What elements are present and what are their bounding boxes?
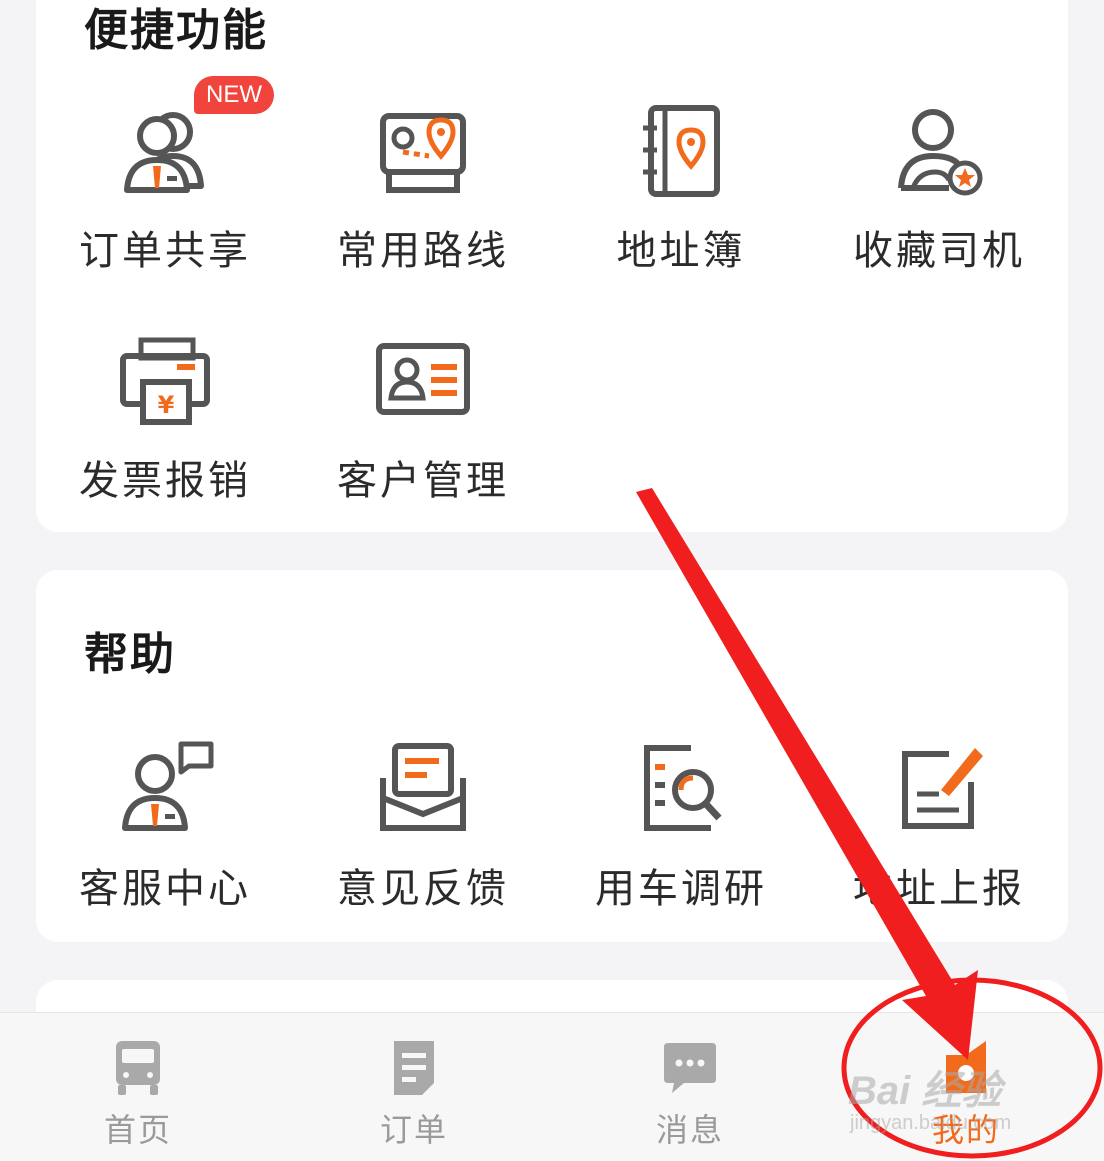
order-share-icon (115, 100, 215, 200)
tab-label: 消息 (655, 1111, 724, 1149)
tile-customer-service[interactable]: 客服中心 (36, 738, 294, 938)
tab-messages[interactable]: 消息 (552, 1013, 828, 1161)
svg-text:¥: ¥ (158, 391, 175, 419)
tile-label: 客服中心 (79, 866, 251, 912)
tile-label: 客户管理 (337, 458, 509, 504)
tab-mine[interactable]: 我的 (828, 1013, 1104, 1161)
tab-label: 我的 (931, 1111, 1000, 1149)
tile-label: 地址上报 (853, 866, 1025, 912)
tile-label: 地址簿 (616, 228, 746, 274)
invoice-icon: ¥ (115, 330, 215, 430)
tile-survey[interactable]: 用车调研 (552, 738, 810, 938)
tab-label: 订单 (379, 1111, 448, 1149)
chat-bubble-icon (660, 1035, 720, 1099)
tile-order-share[interactable]: NEW 订单共享 (36, 76, 294, 300)
quick-features-card: 便捷功能 NEW 订单共享 常用路线 地址簿 收藏司机 ¥ 发票报销 客户管理 (36, 0, 1068, 532)
customer-service-icon (115, 738, 215, 838)
tab-orders[interactable]: 订单 (276, 1013, 552, 1161)
tile-frequent-route[interactable]: 常用路线 (294, 100, 552, 300)
tile-label: 收藏司机 (853, 228, 1025, 274)
customer-management-icon (373, 330, 473, 430)
new-badge: NEW (194, 76, 274, 114)
tile-label: 订单共享 (79, 228, 251, 274)
bottom-tab-bar: 首页 订单 消息 我的 (0, 1012, 1104, 1161)
frequent-route-icon (373, 100, 473, 200)
profile-icon (936, 1035, 996, 1099)
order-doc-icon (384, 1035, 444, 1099)
survey-icon (631, 738, 731, 838)
section-title-help: 帮助 (84, 629, 176, 680)
tile-invoice[interactable]: ¥ 发票报销 (36, 330, 294, 530)
truck-icon (108, 1035, 168, 1099)
feedback-icon (373, 738, 473, 838)
tab-home[interactable]: 首页 (0, 1013, 276, 1161)
tile-favorite-driver[interactable]: 收藏司机 (810, 100, 1068, 300)
tile-feedback[interactable]: 意见反馈 (294, 738, 552, 938)
tile-label: 用车调研 (595, 866, 767, 912)
tile-label: 发票报销 (79, 458, 251, 504)
tile-label: 意见反馈 (337, 866, 509, 912)
help-card: 帮助 客服中心 意见反馈 用车调研 地址上报 (36, 570, 1068, 942)
tile-address-report[interactable]: 地址上报 (810, 738, 1068, 938)
section-title-quick-features: 便捷功能 (84, 5, 268, 56)
tile-customer-management[interactable]: 客户管理 (294, 330, 552, 530)
address-book-icon (631, 100, 731, 200)
tab-label: 首页 (103, 1111, 172, 1149)
address-report-icon (889, 738, 989, 838)
favorite-driver-icon (889, 100, 989, 200)
tile-label: 常用路线 (337, 228, 509, 274)
tile-address-book[interactable]: 地址簿 (552, 100, 810, 300)
